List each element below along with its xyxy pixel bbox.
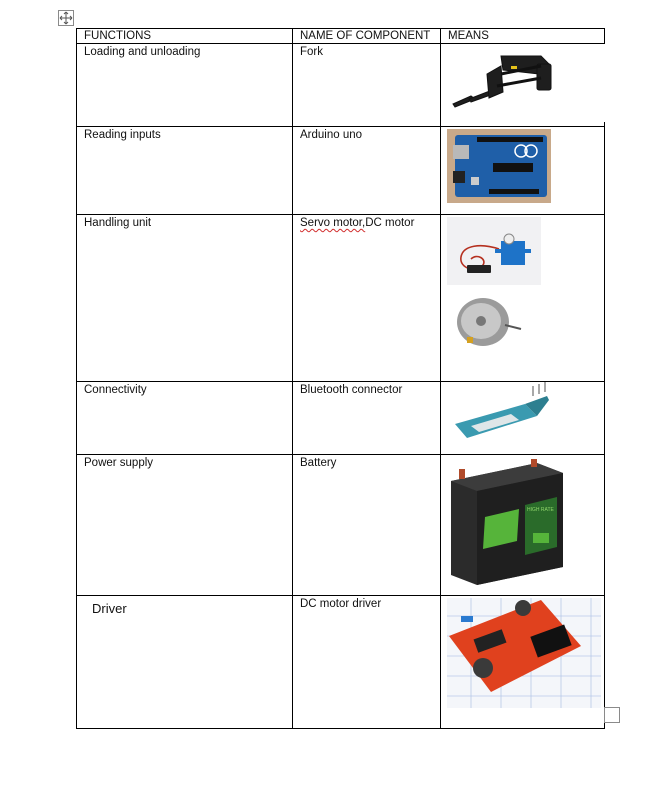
dc-motor-image[interactable] — [441, 289, 605, 355]
function-cell: Connectivity — [76, 381, 293, 455]
table-row: Connectivity Bluetooth connector — [76, 381, 605, 455]
component-cell: Bluetooth connector — [292, 381, 441, 455]
battery-image[interactable]: HIGH RATE — [441, 455, 605, 591]
table-row: Handling unit Servo motor,DC motor — [76, 214, 605, 382]
functions-table: FUNCTIONS NAME OF COMPONENT MEANS Loadin… — [76, 28, 605, 729]
table-row: Loading and unloading Fork — [76, 43, 605, 127]
means-cell — [440, 381, 605, 455]
component-cell: Battery — [292, 454, 441, 596]
function-cell: Loading and unloading — [76, 43, 293, 127]
dc-motor-text: DC motor — [365, 217, 415, 229]
function-cell: Reading inputs — [76, 126, 293, 215]
header-means: MEANS — [440, 28, 605, 44]
arduino-image[interactable] — [441, 127, 605, 210]
means-cell — [440, 126, 605, 215]
means-cell — [440, 214, 605, 382]
function-cell: Driver — [76, 595, 293, 729]
component-cell: Servo motor,DC motor — [292, 214, 441, 382]
resize-handle-icon — [605, 708, 619, 722]
function-cell: Handling unit — [76, 214, 293, 382]
table-move-handle[interactable] — [58, 10, 74, 26]
motor-driver-image[interactable] — [441, 596, 605, 724]
table-row: Driver DC motor driver — [76, 595, 605, 729]
header-functions: FUNCTIONS — [76, 28, 293, 44]
means-cell — [440, 595, 605, 729]
servo-motor-text: Servo motor, — [300, 217, 366, 229]
table-row: Power supply Battery HIGH RATE — [76, 454, 605, 596]
servo-motor-image[interactable] — [441, 215, 605, 289]
move-icon — [59, 11, 73, 25]
battery-brand-label: HIGH RATE — [527, 507, 555, 513]
component-cell: Arduino uno — [292, 126, 441, 215]
component-cell: Fork — [292, 43, 441, 127]
header-component: NAME OF COMPONENT — [292, 28, 441, 44]
function-cell: Power supply — [76, 454, 293, 596]
means-cell: HIGH RATE — [440, 454, 605, 596]
component-cell: DC motor driver — [292, 595, 441, 729]
fork-image[interactable] — [441, 44, 605, 122]
table-row: Reading inputs Arduino uno — [76, 126, 605, 215]
table-header-row: FUNCTIONS NAME OF COMPONENT MEANS — [76, 28, 605, 44]
bluetooth-module-image[interactable] — [441, 382, 605, 450]
table-resize-handle[interactable] — [604, 707, 620, 723]
means-cell — [440, 43, 605, 127]
